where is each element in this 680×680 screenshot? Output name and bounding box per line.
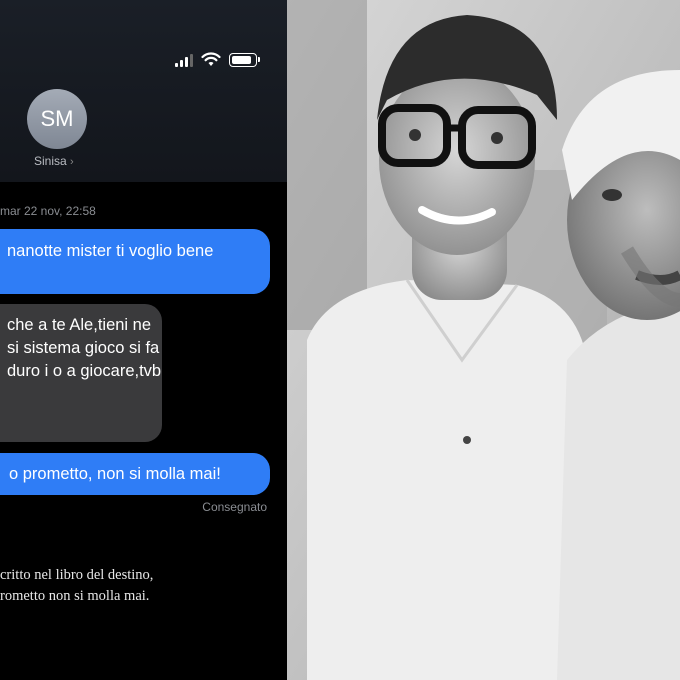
avatar-initials: SM bbox=[40, 106, 74, 131]
message-bubble-outgoing[interactable]: o prometto, non si molla mai! bbox=[0, 453, 270, 495]
portrait-photo bbox=[287, 0, 680, 680]
status-bar bbox=[175, 52, 260, 67]
delivered-status: Consegnato bbox=[202, 500, 267, 514]
battery-icon bbox=[229, 52, 260, 67]
cellular-signal-icon bbox=[175, 53, 193, 67]
message-bubble-outgoing[interactable]: nanotte mister ti voglio bene bbox=[0, 229, 270, 294]
photo-caption: critto nel libro del destino, rometto no… bbox=[0, 565, 153, 607]
message-bubble-incoming[interactable]: che a te Ale,tieni ne si sistema gioco s… bbox=[0, 304, 162, 442]
wifi-icon bbox=[201, 52, 221, 66]
chat-header: SM Sinisa › bbox=[0, 0, 287, 182]
message-timestamp: mar 22 nov, 22:58 bbox=[0, 204, 96, 218]
photo-illustration bbox=[287, 0, 680, 680]
caption-line: rometto non si molla mai. bbox=[0, 588, 150, 604]
caption-line: critto nel libro del destino, bbox=[0, 567, 154, 583]
contact-avatar[interactable]: SM bbox=[27, 89, 87, 149]
chat-screenshot-panel: SM Sinisa › mar 22 nov, 22:58 nanotte mi… bbox=[0, 0, 287, 680]
chevron-right-icon: › bbox=[70, 156, 74, 168]
contact-name-link[interactable]: Sinisa › bbox=[34, 154, 74, 168]
contact-name: Sinisa bbox=[34, 154, 67, 168]
